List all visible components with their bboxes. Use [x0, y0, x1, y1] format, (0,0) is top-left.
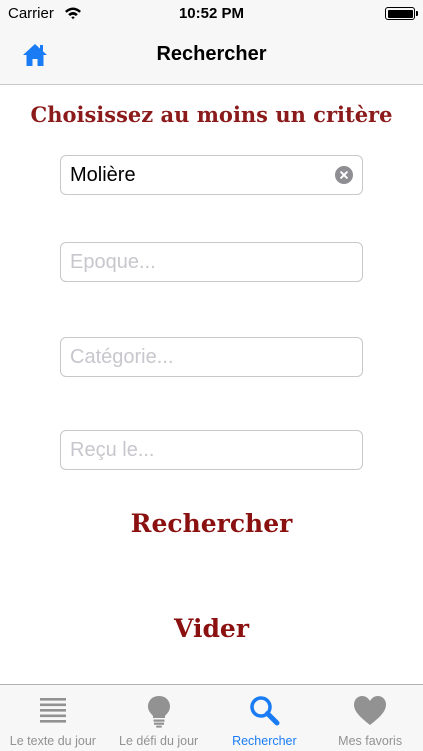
author-input[interactable]	[61, 156, 330, 194]
search-button[interactable]: Rechercher	[0, 509, 423, 538]
clock: 10:52 PM	[178, 5, 245, 22]
page-title: Rechercher	[156, 43, 267, 65]
tab-bar: Le texte du jour Le défi du jour Recherc…	[0, 684, 423, 751]
clear-text-icon[interactable]	[335, 166, 353, 184]
tab-text-of-day[interactable]: Le texte du jour	[0, 685, 106, 751]
received-date-field[interactable]	[60, 430, 363, 470]
criteria-heading: Choisissez au moins un critère	[30, 102, 393, 127]
epoch-input[interactable]	[61, 243, 330, 281]
lightbulb-icon	[147, 696, 170, 728]
tab-label: Mes favoris	[338, 734, 403, 748]
clear-button[interactable]: Vider	[0, 614, 423, 643]
tab-label: Rechercher	[232, 734, 297, 748]
epoch-field[interactable]	[60, 242, 363, 282]
category-input[interactable]	[61, 338, 330, 376]
tab-challenge-of-day[interactable]: Le défi du jour	[106, 685, 212, 751]
heart-icon	[354, 696, 387, 725]
tab-favorites[interactable]: Mes favoris	[317, 685, 423, 751]
tab-label: Le défi du jour	[119, 734, 199, 748]
search-icon	[250, 696, 280, 726]
tab-label: Le texte du jour	[9, 734, 96, 748]
received-date-input[interactable]	[61, 431, 330, 469]
battery-icon	[385, 7, 415, 20]
battery-tip	[416, 11, 418, 16]
status-bar: Carrier 10:52 PM	[0, 0, 423, 28]
navigation-bar: Rechercher	[0, 28, 423, 85]
lines-icon	[39, 698, 66, 723]
author-field[interactable]	[60, 155, 363, 195]
tab-search[interactable]: Rechercher	[212, 685, 318, 751]
category-field[interactable]	[60, 337, 363, 377]
